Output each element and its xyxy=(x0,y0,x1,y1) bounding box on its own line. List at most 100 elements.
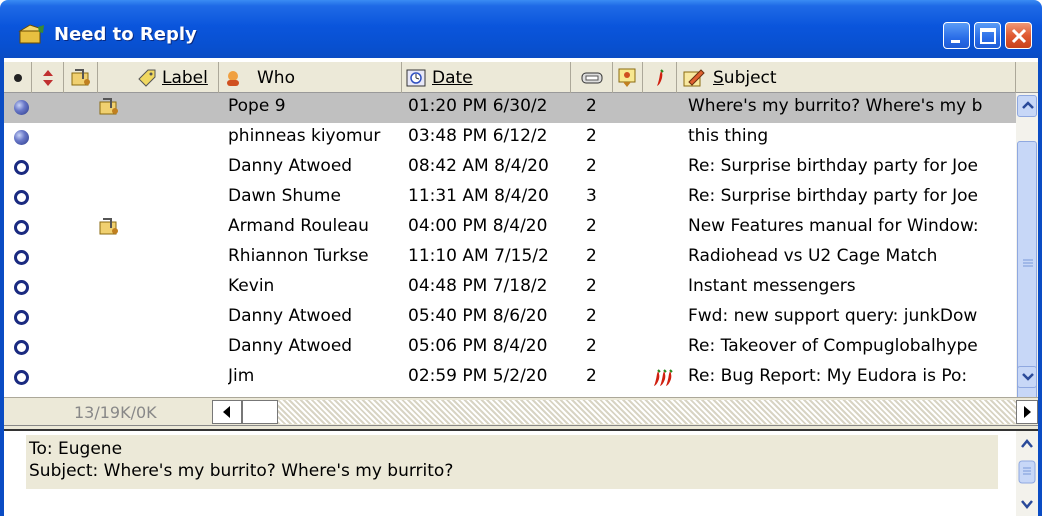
column-mood[interactable] xyxy=(613,62,643,93)
message-date: 02:59 PM 5/2/20 xyxy=(408,366,548,386)
mailbox-icon xyxy=(18,24,44,44)
column-subject-text: Subject xyxy=(713,67,777,88)
message-date: 05:40 PM 8/6/20 xyxy=(408,306,548,326)
message-row[interactable]: Danny Atwoed 05:40 PM 8/6/20 2 Fwd: new sup… xyxy=(4,303,1016,333)
message-subject: Radiohead vs U2 Cage Match xyxy=(688,246,938,266)
message-subject: Where's my burrito? Where's my b xyxy=(688,96,983,116)
column-subject[interactable]: Subject xyxy=(677,62,1016,93)
column-priority[interactable] xyxy=(32,62,64,93)
column-date[interactable]: Date xyxy=(402,62,571,93)
message-server-status: 3 xyxy=(586,186,597,206)
window-title: Need to Reply xyxy=(54,24,197,45)
message-row[interactable]: Pope 9 01:20 PM 6/30/2 2 Where's my burrito… xyxy=(4,93,1016,123)
scroll-thumb[interactable] xyxy=(1017,141,1037,401)
message-sender: Jim xyxy=(228,366,255,386)
message-server-status: 2 xyxy=(586,366,597,386)
message-date: 11:10 AM 7/15/2 xyxy=(408,246,549,266)
column-header: Label Who Date Subject xyxy=(4,62,1038,93)
message-subject: Fwd: new support query: junkDow xyxy=(688,306,978,326)
column-junk[interactable] xyxy=(643,62,677,93)
message-server-status: 2 xyxy=(586,306,597,326)
message-date: 08:42 AM 8/4/20 xyxy=(408,156,549,176)
message-subject: Instant messengers xyxy=(688,276,856,296)
message-sender: Rhiannon Turkse xyxy=(228,246,369,266)
column-date-text: Date xyxy=(432,67,473,88)
read-status-icon[interactable] xyxy=(14,280,29,295)
message-sender: Pope 9 xyxy=(228,96,286,116)
clock-icon xyxy=(406,69,426,86)
read-status-icon[interactable] xyxy=(14,250,29,265)
close-icon xyxy=(1011,28,1027,44)
message-date: 04:00 PM 8/4/20 xyxy=(408,216,548,236)
unread-status-icon[interactable] xyxy=(14,130,29,145)
mailbox-size: 13/19K/0K xyxy=(74,403,157,422)
message-row[interactable]: Jim 02:59 PM 5/2/20 2 Re: Bug Report: My Eu… xyxy=(4,363,1016,393)
window-frame-right xyxy=(1038,58,1042,516)
message-sender: Kevin xyxy=(228,276,275,296)
column-server[interactable] xyxy=(571,62,613,93)
message-subject: Re: Takeover of Compuglobalhype xyxy=(688,336,978,356)
message-row[interactable]: Rhiannon Turkse 11:10 AM 7/15/2 2 Radiohead… xyxy=(4,243,1016,273)
unread-status-icon[interactable] xyxy=(14,100,29,115)
scroll-up-button[interactable] xyxy=(1017,95,1037,117)
server-icon xyxy=(581,72,602,83)
arrow-left-icon xyxy=(223,406,230,418)
up-down-arrows-icon xyxy=(42,69,53,86)
message-sender: Danny Atwoed xyxy=(228,306,353,326)
message-row[interactable]: Danny Atwoed 08:42 AM 8/4/20 2 Re: Surprise… xyxy=(4,153,1016,183)
horizontal-scroll-track[interactable] xyxy=(278,400,1016,424)
scroll-down-button[interactable] xyxy=(1017,366,1037,388)
read-status-icon[interactable] xyxy=(14,370,29,385)
message-date: 01:20 PM 6/30/2 xyxy=(408,96,548,116)
message-row[interactable]: Danny Atwoed 05:06 PM 8/4/20 2 Re: Takeover… xyxy=(4,333,1016,363)
preview-header: To: Eugene Subject: Where's my burrito? … xyxy=(26,435,998,489)
message-sender: Danny Atwoed xyxy=(228,336,353,356)
attachment-icon xyxy=(99,218,118,235)
preview-scroll-controls xyxy=(1018,439,1036,509)
message-row[interactable]: phinneas kiyomur 03:48 PM 6/12/2 2 this thi… xyxy=(4,123,1016,153)
column-who-text: Who xyxy=(257,67,295,88)
message-list[interactable]: Pope 9 01:20 PM 6/30/2 2 Where's my burrito… xyxy=(4,93,1016,397)
chevron-down-icon xyxy=(1022,373,1034,381)
message-server-status: 2 xyxy=(586,126,597,146)
message-server-status: 2 xyxy=(586,276,597,296)
message-subject: Re: Bug Report: My Eudora is Po: xyxy=(688,366,968,386)
preview-scrollbar[interactable] xyxy=(1016,431,1038,516)
preview-pane[interactable]: To: Eugene Subject: Where's my burrito? … xyxy=(4,431,1038,516)
read-status-icon[interactable] xyxy=(14,160,29,175)
chili-icon xyxy=(656,68,664,86)
mood-icon xyxy=(618,68,635,87)
attachment-icon xyxy=(99,98,118,115)
message-date: 03:48 PM 6/12/2 xyxy=(408,126,548,146)
preview-subject: Subject: Where's my burrito? Where's my … xyxy=(29,461,454,481)
read-status-icon[interactable] xyxy=(14,310,29,325)
maximize-button[interactable] xyxy=(974,22,1001,49)
message-date: 05:06 PM 8/4/20 xyxy=(408,336,548,356)
message-list-scrollbar[interactable] xyxy=(1016,93,1038,401)
read-status-icon[interactable] xyxy=(14,340,29,355)
maximize-icon xyxy=(980,28,996,44)
read-status-icon[interactable] xyxy=(14,190,29,205)
column-status[interactable] xyxy=(4,62,32,93)
column-label-text: Label xyxy=(162,67,208,88)
message-row[interactable]: Armand Rouleau 04:00 PM 8/4/20 2 New Featur… xyxy=(4,213,1016,243)
horizontal-scroll-thumb[interactable] xyxy=(242,400,278,424)
close-button[interactable] xyxy=(1005,22,1032,49)
status-bar: 13/19K/0K xyxy=(4,397,1038,425)
junk-chili-icon xyxy=(654,369,673,386)
minimize-button[interactable] xyxy=(943,22,970,49)
message-row[interactable]: Kevin 04:48 PM 7/18/2 2 Instant messengers xyxy=(4,273,1016,303)
message-sender: Dawn Shume xyxy=(228,186,341,206)
message-sender: Danny Atwoed xyxy=(228,156,353,176)
message-row[interactable]: Dawn Shume 11:31 AM 8/4/20 3 Re: Surprise b… xyxy=(4,183,1016,213)
scroll-right-button[interactable] xyxy=(1016,400,1038,424)
status-dot-icon xyxy=(13,73,22,82)
message-subject: New Features manual for Window: xyxy=(688,216,979,236)
column-who[interactable]: Who xyxy=(219,62,402,93)
column-label[interactable]: Label xyxy=(98,62,219,93)
message-server-status: 2 xyxy=(586,246,597,266)
read-status-icon[interactable] xyxy=(14,220,29,235)
scroll-left-button[interactable] xyxy=(212,400,242,424)
column-attachment[interactable] xyxy=(64,62,98,93)
title-bar[interactable]: Need to Reply xyxy=(0,0,1042,58)
